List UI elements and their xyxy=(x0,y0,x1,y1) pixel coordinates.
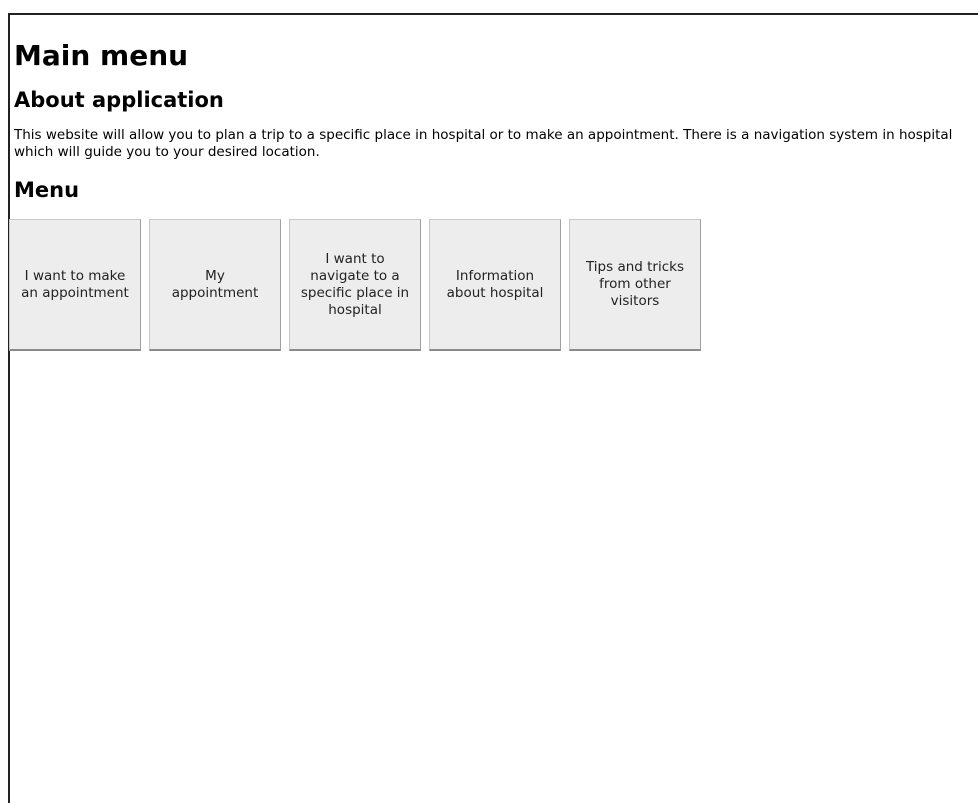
about-heading: About application xyxy=(14,88,224,112)
about-description: This website will allow you to plan a tr… xyxy=(14,127,953,160)
main-content: Main menu About application This website… xyxy=(14,36,978,205)
navigate-to-place-button[interactable]: I want to navigate to a specific place i… xyxy=(289,219,421,351)
menu-heading: Menu xyxy=(14,178,80,202)
hospital-information-button[interactable]: Information about hospital xyxy=(429,219,561,351)
menu-grid: I want to make an appointment My appoint… xyxy=(9,219,701,351)
page-title: Main menu xyxy=(14,39,189,72)
my-appointment-button[interactable]: My appointment xyxy=(149,219,281,351)
make-appointment-button[interactable]: I want to make an appointment xyxy=(9,219,141,351)
tips-and-tricks-button[interactable]: Tips and tricks from other visitors xyxy=(569,219,701,351)
